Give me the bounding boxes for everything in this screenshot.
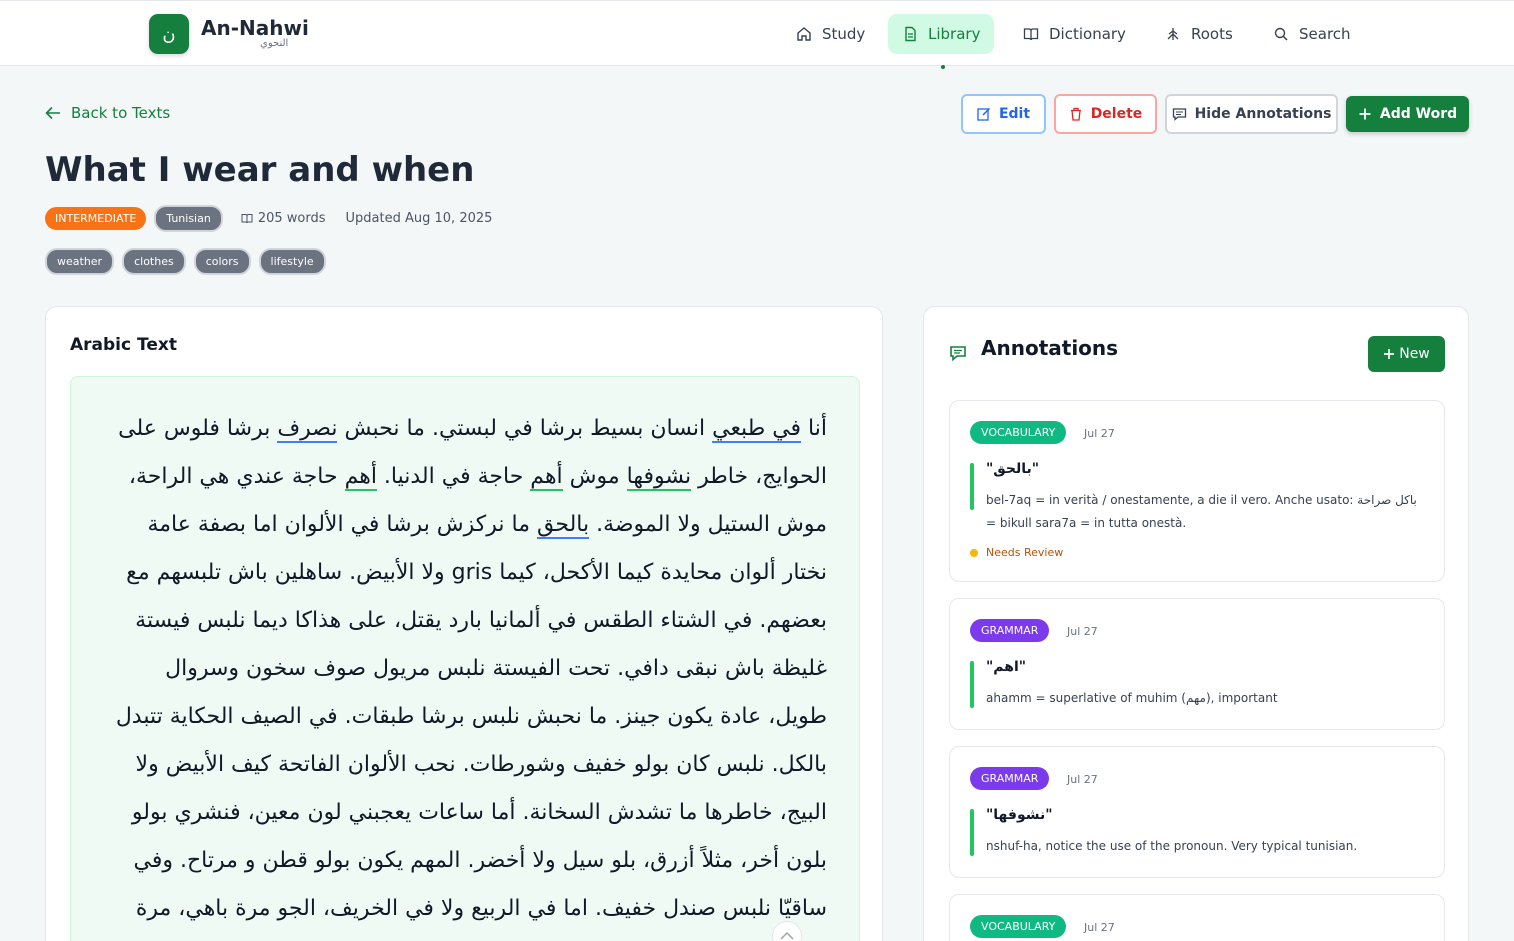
annotation-accent-bar: [970, 661, 974, 708]
chevron-icon: [780, 931, 794, 940]
annotation-word: "بالحق": [986, 461, 1040, 477]
new-annotation-label: New: [1399, 346, 1430, 362]
annotations-title: Annotations: [981, 336, 1119, 360]
delete-button[interactable]: Delete: [1054, 94, 1157, 134]
annotation-status-label: Needs Review: [986, 546, 1064, 559]
document-icon: [905, 26, 916, 42]
annotation-note: bel-7aq = in verità / onestamente, a die…: [986, 493, 1417, 530]
updated-date: Updated Aug 10, 2025: [345, 211, 493, 226]
add-word-label: Add Word: [1379, 106, 1458, 122]
app-name-arabic: النحوي: [260, 38, 289, 49]
status-dot: [970, 548, 978, 557]
annotated-word[interactable]: نشوفها: [626, 464, 692, 491]
nav-library[interactable]: Library: [888, 14, 995, 54]
annotation-type-badge: GRAMMAR: [970, 767, 1050, 790]
edit-button-label: Edit: [998, 106, 1031, 122]
annotated-word[interactable]: بالحق: [537, 512, 590, 539]
annotation-word: "اهم": [986, 659, 1027, 675]
nav-search-label: Search: [1299, 25, 1351, 43]
annotation-word: "نشوفها": [986, 807, 1053, 823]
tag-clothes[interactable]: clothes: [122, 248, 186, 275]
annotations-panel: Annotations New VOCABULARY Jul 27 "بالحق…: [923, 306, 1469, 941]
nav-study[interactable]: Study: [782, 14, 879, 54]
arabic-text-card: Arabic Text أنا في طبعي انسان بسيط برشا …: [45, 306, 883, 941]
annotation-card[interactable]: VOCABULARY Jul 27 "بالحق" bel-7aq = in v…: [949, 400, 1445, 582]
top-navbar: ن An-Nahwi النحوي Study Library Dictiona…: [0, 0, 1514, 69]
arabic-text-box: أنا في طبعي انسان بسيط برشا في لبستي. ما…: [70, 376, 860, 941]
tag-lifestyle[interactable]: lifestyle: [258, 248, 326, 275]
delete-button-label: Delete: [1090, 106, 1143, 122]
edit-button[interactable]: Edit: [961, 94, 1046, 134]
app-logo[interactable]: ن: [149, 14, 189, 54]
annotated-word[interactable]: في طبعي: [712, 416, 802, 443]
hide-annotations-label: Hide Annotations: [1194, 106, 1332, 122]
nav-library-label: Library: [928, 25, 981, 43]
word-count-label: 205 words: [257, 211, 326, 226]
annotation-card[interactable]: GRAMMAR Jul 27 "نشوفها" nshuf-ha, notice…: [949, 746, 1445, 878]
dialect-badge: Tunisian: [154, 205, 223, 232]
annotated-word[interactable]: أهم: [530, 464, 563, 491]
annotation-note: nshuf-ha, notice the use of the pronoun.…: [986, 839, 1358, 853]
page-title: What I wear and when: [45, 150, 475, 190]
annotation-date: Jul 27: [1084, 427, 1115, 440]
nav-study-label: Study: [822, 25, 866, 43]
logo-glyph: ن: [162, 23, 176, 45]
comment-icon: [1172, 108, 1186, 121]
annotation-type-badge: GRAMMAR: [970, 619, 1050, 642]
home-icon: [797, 27, 811, 41]
add-word-button[interactable]: Add Word: [1346, 96, 1469, 132]
new-annotation-button[interactable]: New: [1368, 336, 1445, 372]
level-badge: INTERMEDIATE: [45, 207, 147, 230]
back-link-label: Back to Texts: [71, 104, 171, 122]
tag-list: weather clothes colors lifestyle: [45, 248, 326, 275]
nav-dictionary[interactable]: Dictionary: [1009, 14, 1140, 54]
annotated-word[interactable]: أهم: [344, 464, 377, 491]
annotation-note: ahamm = superlative of muhim (مهم), impo…: [986, 691, 1278, 705]
nav-dictionary-label: Dictionary: [1049, 25, 1126, 43]
book-icon: [241, 214, 253, 224]
arrow-left-icon: [45, 106, 60, 120]
annotation-accent-bar: [970, 463, 974, 510]
tag-weather[interactable]: weather: [45, 248, 115, 275]
edit-icon: [977, 107, 990, 121]
tag-colors[interactable]: colors: [193, 248, 251, 275]
trash-icon: [1070, 107, 1081, 121]
book-icon: [1023, 28, 1039, 41]
arabic-text-body: أنا في طبعي انسان بسيط برشا في لبستي. ما…: [115, 416, 827, 921]
hide-annotations-button[interactable]: Hide Annotations: [1165, 94, 1338, 134]
plus-icon: [1359, 108, 1371, 120]
nav-search[interactable]: Search: [1259, 14, 1365, 54]
annotation-type-badge: VOCABULARY: [970, 421, 1067, 444]
app-name: An-Nahwi: [201, 16, 309, 40]
search-icon: [1274, 27, 1288, 41]
back-to-texts-link[interactable]: Back to Texts: [45, 104, 170, 122]
plus-icon: [1384, 349, 1395, 359]
annotation-card[interactable]: GRAMMAR Jul 27 "اهم" ahamm = superlative…: [949, 598, 1445, 730]
text-meta: INTERMEDIATE Tunisian 205 words Updated …: [45, 205, 493, 232]
nav-roots[interactable]: Roots: [1151, 14, 1247, 54]
word-count: 205 words: [241, 211, 326, 226]
tree-roots-icon: [1167, 28, 1179, 40]
annotation-status: Needs Review: [970, 546, 1063, 559]
annotation-date: Jul 27: [1067, 773, 1098, 786]
annotation-type-badge: VOCABULARY: [970, 915, 1067, 938]
nav-roots-label: Roots: [1191, 25, 1233, 43]
comment-icon: [950, 346, 966, 362]
annotated-word[interactable]: نصرف: [277, 416, 338, 443]
annotation-accent-bar: [970, 809, 974, 856]
annotation-date: Jul 27: [1067, 625, 1098, 638]
arabic-text-card-title: Arabic Text: [70, 335, 177, 355]
annotation-card[interactable]: VOCABULARY Jul 27: [949, 894, 1445, 941]
annotation-date: Jul 27: [1084, 921, 1115, 934]
active-nav-indicator: [941, 65, 945, 69]
